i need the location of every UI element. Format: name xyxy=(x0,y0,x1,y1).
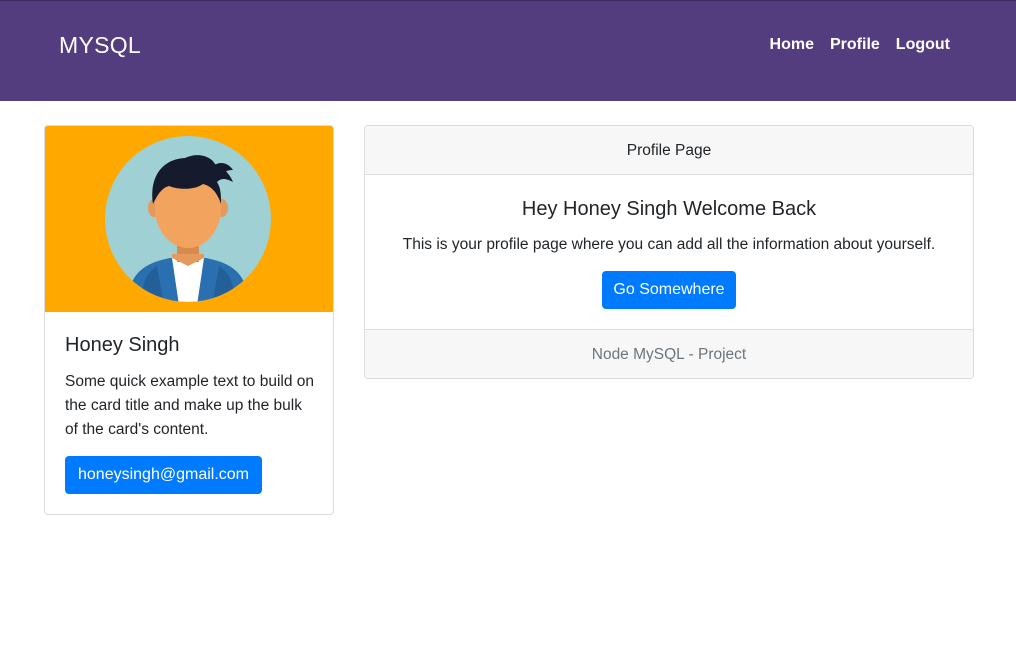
profile-name: Honey Singh xyxy=(65,334,180,356)
card-header: Profile Page xyxy=(365,126,973,175)
card-footer: Node MySQL - Project xyxy=(365,329,973,378)
welcome-text: This is your profile page where you can … xyxy=(402,236,936,253)
nav-link-profile[interactable]: Profile xyxy=(830,36,880,54)
user-avatar-icon xyxy=(45,126,333,312)
welcome-title: Hey Honey Singh Welcome Back xyxy=(521,198,817,220)
nav-link-home[interactable]: Home xyxy=(770,36,814,54)
profile-card: Honey Singh Some quick example text to b… xyxy=(44,125,334,515)
email-button[interactable]: honeysingh@gmail.com xyxy=(65,456,262,494)
go-somewhere-button[interactable]: Go Somewhere xyxy=(602,271,736,309)
brand-logo[interactable]: MYSQL xyxy=(59,32,141,59)
navbar: MYSQL Home Profile Logout xyxy=(0,0,1016,101)
nav-link-logout[interactable]: Logout xyxy=(896,36,950,54)
nav-links: Home Profile Logout xyxy=(770,36,950,54)
avatar xyxy=(45,126,333,312)
profile-page-card: Profile Page Hey Honey Singh Welcome Bac… xyxy=(364,125,974,379)
profile-description: Some quick example text to build on the … xyxy=(65,373,314,438)
